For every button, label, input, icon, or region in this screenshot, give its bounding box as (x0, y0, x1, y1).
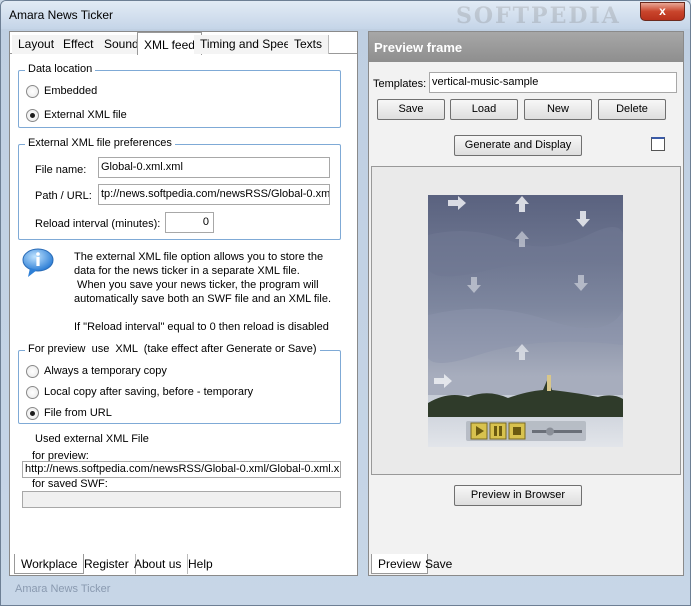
reload-interval-label: Reload interval (minutes): (35, 218, 161, 230)
generate-display-button[interactable]: Generate and Display (454, 135, 582, 156)
path-url-input[interactable]: tp://news.softpedia.com/newsRSS/Global-0… (98, 184, 330, 205)
radio-icon[interactable] (26, 385, 39, 399)
radio-icon[interactable] (26, 84, 39, 98)
file-name-label: File name: (35, 164, 87, 176)
for-saved-swf-field[interactable] (22, 491, 341, 508)
data-location-group: Data location Embedded External XML file (18, 63, 341, 128)
info-icon (22, 248, 54, 277)
radio-label: File from URL (44, 407, 112, 419)
templates-input[interactable]: vertical-music-sample (429, 72, 677, 93)
radio-label: Local copy after saving, before - tempor… (44, 386, 254, 398)
info-line: When you save your news ticker, the prog… (74, 279, 319, 291)
radio-file-from-url[interactable]: File from URL (26, 405, 112, 421)
save-template-button[interactable]: Save (377, 99, 445, 120)
info-line: The external XML file option allows you … (74, 251, 324, 263)
tab-help[interactable]: Help (182, 554, 219, 574)
title-bar: Amara News Ticker SOFTPEDIA x (1, 1, 690, 29)
tab-workplace[interactable]: Workplace (14, 554, 85, 574)
file-name-input[interactable]: Global-0.xml.xml (98, 157, 330, 178)
path-url-label: Path / URL: (35, 190, 92, 202)
delete-template-button[interactable]: Delete (598, 99, 666, 120)
reload-interval-input[interactable]: 0 (165, 212, 214, 233)
xml-prefs-group: External XML file preferences File name:… (18, 137, 341, 240)
radio-checked-icon[interactable] (26, 406, 39, 420)
watermark: SOFTPEDIA (456, 3, 621, 29)
tab-save[interactable]: Save (419, 554, 458, 574)
window-title: Amara News Ticker (9, 8, 114, 22)
for-saved-swf-label: for saved SWF: (32, 478, 108, 490)
close-button[interactable]: x (640, 2, 685, 21)
radio-label: External XML file (44, 109, 127, 121)
preview-frame-title: Preview frame (369, 32, 683, 62)
load-template-button[interactable]: Load (450, 99, 518, 120)
ticker-preview-image (428, 195, 623, 447)
preview-xml-legend: For preview use XML (take effect after G… (25, 343, 320, 355)
tab-effect[interactable]: Effect (57, 35, 101, 54)
preview-browser-button[interactable]: Preview in Browser (454, 485, 582, 506)
used-file-heading: Used external XML File (35, 433, 149, 445)
tab-xml-feed[interactable]: XML feed (137, 32, 202, 55)
info-text: The external XML file option allows you … (74, 250, 344, 334)
radio-external-xml[interactable]: External XML file (26, 107, 127, 123)
radio-temporary-copy[interactable]: Always a temporary copy (26, 363, 167, 379)
preview-xml-group: For preview use XML (take effect after G… (18, 343, 341, 424)
preview-panel: Preview frame Templates: vertical-music-… (368, 31, 684, 576)
tab-about-us[interactable]: About us (128, 554, 189, 574)
reload-note: If "Reload interval" equal to 0 then rel… (74, 321, 329, 333)
radio-label: Always a temporary copy (44, 365, 167, 377)
data-location-legend: Data location (25, 63, 96, 75)
radio-label: Embedded (44, 85, 98, 97)
app-window: Amara News Ticker SOFTPEDIA x Layout Eff… (0, 0, 691, 606)
tab-texts[interactable]: Texts (288, 35, 330, 54)
radio-local-copy[interactable]: Local copy after saving, before - tempor… (26, 384, 253, 400)
tab-layout[interactable]: Layout (12, 35, 62, 54)
info-line: automatically save both an SWF file and … (74, 293, 331, 305)
new-template-button[interactable]: New (524, 99, 592, 120)
preview-frame (371, 166, 681, 475)
radio-checked-icon[interactable] (26, 108, 39, 122)
radio-icon[interactable] (26, 364, 39, 378)
window-toggle-icon[interactable] (651, 137, 665, 151)
for-preview-field[interactable]: http://news.softpedia.com/newsRSS/Global… (22, 461, 341, 478)
radio-embedded[interactable]: Embedded (26, 83, 97, 99)
tab-bar: Layout Effect Sound XML feed Timing and … (10, 32, 357, 55)
info-line: data for the news ticker in a separate X… (74, 265, 300, 277)
xml-prefs-legend: External XML file preferences (25, 137, 175, 149)
settings-panel: Layout Effect Sound XML feed Timing and … (9, 31, 358, 576)
status-bar-text: Amara News Ticker (15, 583, 111, 595)
templates-label: Templates: (373, 78, 427, 90)
